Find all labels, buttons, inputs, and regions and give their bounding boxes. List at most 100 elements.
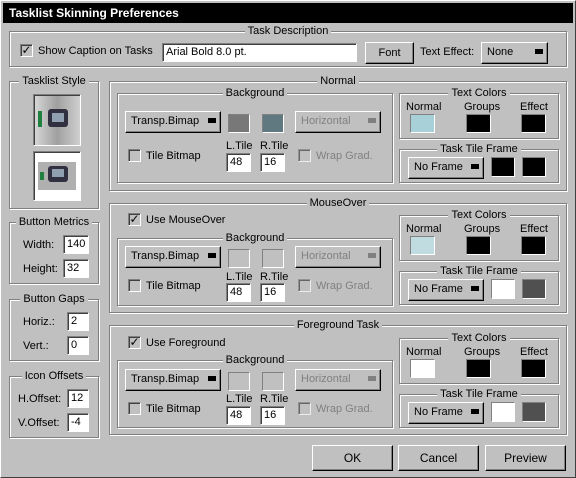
normal-text-color-normal[interactable] xyxy=(410,114,435,133)
horiz-field[interactable]: 2 xyxy=(67,312,89,331)
rtile-label: R.Tile xyxy=(260,393,289,405)
normal-bg-color-2[interactable] xyxy=(262,114,284,133)
font-button[interactable]: Font xyxy=(365,42,414,64)
normal-bg-color-1[interactable] xyxy=(228,114,250,133)
wrap-grad-label: Wrap Grad. xyxy=(316,150,373,162)
horiz-label: Horiz.: xyxy=(23,316,55,328)
mouseover-wrap-grad-checkbox[interactable] xyxy=(298,279,311,292)
normal-gradient-dropdown[interactable]: Horizontal xyxy=(295,111,381,133)
foreground-text-color-effect[interactable] xyxy=(521,359,546,378)
group-title: MouseOver xyxy=(306,197,370,209)
mouseover-bg-color-2[interactable] xyxy=(262,249,284,268)
frame-value: No Frame xyxy=(414,283,463,295)
width-field[interactable]: 140 xyxy=(63,235,89,254)
mouseover-bg-color-1[interactable] xyxy=(228,249,250,268)
style-preview-vertical[interactable] xyxy=(33,94,81,146)
mouseover-rtile-field[interactable]: 16 xyxy=(260,283,285,302)
h-offset-label: H.Offset: xyxy=(18,393,62,405)
use-foreground-checkbox[interactable]: ✓ xyxy=(128,336,141,349)
normal-frame-color-1[interactable] xyxy=(491,157,515,177)
normal-rtile-field[interactable]: 16 xyxy=(260,153,285,172)
dropdown-arrow-icon xyxy=(208,376,216,381)
rtile-label: R.Tile xyxy=(260,140,289,152)
tile-bitmap-label: Tile Bitmap xyxy=(146,150,201,162)
mouseover-ltile-field[interactable]: 48 xyxy=(226,283,251,302)
col-groups-label: Groups xyxy=(464,101,501,113)
dropdown-arrow-icon xyxy=(471,286,479,291)
v-offset-field[interactable]: -4 xyxy=(67,413,89,432)
mouseover-text-color-effect[interactable] xyxy=(521,236,546,255)
font-field[interactable]: Arial Bold 8.0 pt. xyxy=(162,43,357,62)
style-preview-horizontal[interactable] xyxy=(33,151,81,201)
normal-wrap-grad-checkbox[interactable] xyxy=(298,149,311,162)
foreground-frame-color-1[interactable] xyxy=(491,402,515,422)
foreground-wrap-grad-checkbox[interactable] xyxy=(298,402,311,415)
mouseover-frame-color-2[interactable] xyxy=(522,279,546,299)
group-title: Text Colors xyxy=(448,209,510,221)
bitmap-mode-value: Transp.Bimap xyxy=(131,373,200,385)
tasklist-horizontal-icon xyxy=(38,162,76,190)
dropdown-arrow-icon xyxy=(208,253,216,258)
preview-button[interactable]: Preview xyxy=(485,445,566,471)
mouseover-gradient-dropdown[interactable]: Horizontal xyxy=(295,246,381,268)
foreground-tile-bitmap-checkbox[interactable] xyxy=(128,402,141,415)
preferences-dialog: Tasklist Skinning Preferences Task Descr… xyxy=(0,0,576,478)
width-label: Width: xyxy=(23,239,55,251)
group-title: Button Gaps xyxy=(20,293,88,305)
foreground-ltile-field[interactable]: 48 xyxy=(226,406,251,425)
normal-ltile-field[interactable]: 48 xyxy=(226,153,251,172)
tasklist-vertical-icon xyxy=(38,109,68,127)
foreground-rtile-field[interactable]: 16 xyxy=(260,406,285,425)
group-title: Text Colors xyxy=(448,332,510,344)
mouseover-text-color-normal[interactable] xyxy=(410,236,435,255)
foreground-frame-color-2[interactable] xyxy=(522,402,546,422)
dropdown-arrow-icon xyxy=(471,409,479,414)
cancel-button[interactable]: Cancel xyxy=(398,445,479,471)
normal-background-group: Background xyxy=(117,87,393,183)
normal-text-color-effect[interactable] xyxy=(521,114,546,133)
foreground-bitmap-mode-dropdown[interactable]: Transp.Bimap xyxy=(125,369,221,391)
window-title: Tasklist Skinning Preferences xyxy=(3,3,573,23)
foreground-frame-dropdown[interactable]: No Frame xyxy=(408,402,484,424)
mouseover-tile-bitmap-checkbox[interactable] xyxy=(128,279,141,292)
col-normal-label: Normal xyxy=(406,346,442,358)
group-title: Tasklist Style xyxy=(19,75,89,87)
normal-tile-bitmap-checkbox[interactable] xyxy=(128,149,141,162)
col-groups-label: Groups xyxy=(464,346,501,358)
show-caption-checkbox[interactable]: ✓ xyxy=(20,44,33,57)
height-label: Height: xyxy=(23,263,58,275)
dropdown-arrow-icon xyxy=(368,118,376,123)
mouseover-text-color-groups[interactable] xyxy=(466,236,491,255)
text-effect-label: Text Effect: xyxy=(420,46,475,58)
foreground-text-color-groups[interactable] xyxy=(466,359,491,378)
mouseover-frame-dropdown[interactable]: No Frame xyxy=(408,279,484,301)
group-title: Icon Offsets xyxy=(21,370,87,382)
foreground-bg-color-2[interactable] xyxy=(262,372,284,391)
foreground-gradient-dropdown[interactable]: Horizontal xyxy=(295,369,381,391)
normal-text-color-groups[interactable] xyxy=(466,114,491,133)
use-mouseover-checkbox[interactable]: ✓ xyxy=(128,213,141,226)
dropdown-arrow-icon xyxy=(208,118,216,123)
group-title: Button Metrics xyxy=(15,216,93,228)
group-title: Background xyxy=(222,87,288,99)
foreground-bg-color-1[interactable] xyxy=(228,372,250,391)
use-foreground-label: Use Foreground xyxy=(146,337,226,349)
normal-frame-dropdown[interactable]: No Frame xyxy=(408,157,484,179)
tile-bitmap-label: Tile Bitmap xyxy=(146,280,201,292)
col-effect-label: Effect xyxy=(520,101,548,113)
vert-field[interactable]: 0 xyxy=(67,336,89,355)
height-field[interactable]: 32 xyxy=(63,259,89,278)
normal-frame-color-2[interactable] xyxy=(522,157,546,177)
dropdown-arrow-icon xyxy=(368,376,376,381)
mouseover-frame-color-1[interactable] xyxy=(491,279,515,299)
foreground-text-color-normal[interactable] xyxy=(410,359,435,378)
frame-value: No Frame xyxy=(414,161,463,173)
normal-bitmap-mode-dropdown[interactable]: Transp.Bimap xyxy=(125,111,221,133)
group-title: Background xyxy=(222,354,288,366)
mouseover-bitmap-mode-dropdown[interactable]: Transp.Bimap xyxy=(125,246,221,268)
gradient-value: Horizontal xyxy=(301,250,351,262)
ok-button[interactable]: OK xyxy=(312,445,393,471)
h-offset-field[interactable]: 12 xyxy=(67,389,89,408)
text-effect-dropdown[interactable]: None xyxy=(481,42,548,64)
gradient-value: Horizontal xyxy=(301,373,351,385)
